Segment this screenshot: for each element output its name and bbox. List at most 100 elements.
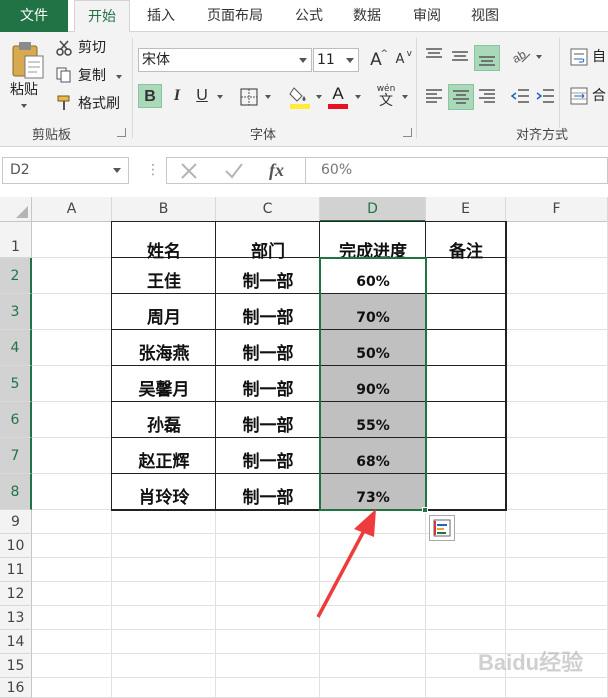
middle-align-icon[interactable]: [450, 46, 470, 64]
column-header-a[interactable]: A: [32, 197, 112, 222]
shrink-font-button[interactable]: Av: [388, 48, 412, 72]
bold-button[interactable]: B: [138, 84, 162, 108]
underline-dropdown-icon[interactable]: [217, 95, 223, 99]
row-header-12[interactable]: 12: [0, 582, 32, 606]
orientation-dropdown-icon[interactable]: [536, 55, 542, 59]
row-header-3[interactable]: 3: [0, 294, 32, 330]
copy-button[interactable]: 复制: [78, 66, 106, 86]
row-header-10[interactable]: 10: [0, 534, 32, 558]
note-cell[interactable]: [426, 330, 506, 366]
phonetic-dropdown-icon[interactable]: [402, 95, 408, 99]
name-cell[interactable]: 孙磊: [112, 402, 216, 438]
note-cell[interactable]: [426, 258, 506, 294]
row-header-13[interactable]: 13: [0, 606, 32, 630]
row-header-5[interactable]: 5: [0, 366, 32, 402]
name-cell[interactable]: 周月: [112, 294, 216, 330]
row-header-7[interactable]: 7: [0, 438, 32, 474]
column-header-b[interactable]: B: [112, 197, 216, 222]
cancel-icon[interactable]: [179, 161, 199, 181]
note-cell[interactable]: [426, 402, 506, 438]
decrease-indent-icon[interactable]: [510, 87, 530, 105]
clipboard-launcher-icon[interactable]: [117, 128, 126, 137]
column-header-e[interactable]: E: [426, 197, 506, 222]
align-left-icon[interactable]: [424, 87, 444, 105]
font-color-button[interactable]: A: [326, 84, 350, 110]
tab-data[interactable]: 数据: [342, 0, 392, 32]
dept-cell[interactable]: 制一部: [216, 402, 320, 438]
merge-center-icon[interactable]: [570, 87, 588, 105]
merge-center-button[interactable]: 合: [592, 86, 606, 106]
row-header-6[interactable]: 6: [0, 402, 32, 438]
row-header-14[interactable]: 14: [0, 630, 32, 654]
bottom-align-icon[interactable]: [474, 45, 500, 71]
fill-color-icon[interactable]: [288, 84, 312, 110]
top-align-icon[interactable]: [424, 46, 444, 64]
tab-home[interactable]: 开始: [74, 0, 130, 33]
header-cell-progress[interactable]: 完成进度: [320, 222, 426, 262]
font-launcher-icon[interactable]: [403, 128, 412, 137]
name-cell[interactable]: 赵正辉: [112, 438, 216, 474]
orientation-icon[interactable]: ab: [510, 46, 532, 66]
fill-handle[interactable]: [422, 507, 428, 513]
paste-button[interactable]: 粘贴: [10, 80, 38, 100]
formula-input[interactable]: 60%: [306, 157, 608, 184]
select-all-corner[interactable]: [0, 197, 32, 222]
row-header-8[interactable]: 8: [0, 474, 32, 510]
tab-review[interactable]: 审阅: [402, 0, 452, 32]
wrap-text-icon[interactable]: [570, 48, 588, 66]
header-cell-note[interactable]: 备注: [426, 222, 506, 262]
tab-formulas[interactable]: 公式: [284, 0, 334, 32]
more-dots-icon[interactable]: ⋮: [146, 161, 160, 179]
align-right-icon[interactable]: [477, 87, 497, 105]
dept-cell[interactable]: 制一部: [216, 258, 320, 294]
dept-cell[interactable]: 制一部: [216, 366, 320, 402]
tab-page-layout[interactable]: 页面布局: [196, 0, 274, 32]
borders-dropdown-icon[interactable]: [265, 95, 271, 99]
name-cell[interactable]: 肖玲玲: [112, 474, 216, 510]
tab-view[interactable]: 视图: [460, 0, 510, 32]
row-header-1[interactable]: 1: [0, 222, 32, 258]
font-color-dropdown-icon[interactable]: [355, 95, 361, 99]
scissors-icon[interactable]: [56, 40, 72, 56]
italic-button[interactable]: I: [165, 84, 189, 108]
wrap-text-button[interactable]: 自: [592, 47, 606, 67]
enter-check-icon[interactable]: [223, 161, 245, 181]
name-cell[interactable]: 吴馨月: [112, 366, 216, 402]
name-cell[interactable]: 张海燕: [112, 330, 216, 366]
grow-font-button[interactable]: A ^: [364, 48, 388, 72]
note-cell[interactable]: [426, 366, 506, 402]
note-cell[interactable]: [426, 438, 506, 474]
align-center-icon[interactable]: [448, 84, 474, 110]
copy-icon[interactable]: [56, 67, 72, 83]
row-header-16[interactable]: 16: [0, 678, 32, 698]
column-header-f[interactable]: F: [506, 197, 608, 222]
format-painter-button[interactable]: 格式刷: [78, 94, 120, 114]
row-header-4[interactable]: 4: [0, 330, 32, 366]
cut-button[interactable]: 剪切: [78, 38, 106, 58]
quick-analysis-button[interactable]: [429, 515, 455, 541]
font-name-select[interactable]: 宋体: [138, 48, 312, 72]
row-header-2[interactable]: 2: [0, 258, 32, 294]
note-cell[interactable]: [426, 474, 506, 510]
header-cell-dept[interactable]: 部门: [216, 222, 320, 262]
underline-button[interactable]: U: [190, 84, 214, 108]
row-header-11[interactable]: 11: [0, 558, 32, 582]
row-header-9[interactable]: 9: [0, 510, 32, 534]
fill-color-dropdown-icon[interactable]: [316, 95, 322, 99]
header-cell-name[interactable]: 姓名: [112, 222, 216, 262]
phonetic-guide-button[interactable]: wén 文: [375, 84, 397, 110]
insert-function-icon[interactable]: fx: [269, 158, 297, 183]
name-box[interactable]: D2: [2, 157, 129, 184]
dept-cell[interactable]: 制一部: [216, 294, 320, 330]
tab-file[interactable]: 文件: [0, 0, 68, 32]
dept-cell[interactable]: 制一部: [216, 438, 320, 474]
dept-cell[interactable]: 制一部: [216, 474, 320, 510]
note-cell[interactable]: [426, 294, 506, 330]
increase-indent-icon[interactable]: [535, 87, 555, 105]
name-cell[interactable]: 王佳: [112, 258, 216, 294]
font-size-select[interactable]: 11: [313, 48, 359, 72]
tab-insert[interactable]: 插入: [136, 0, 186, 32]
paste-dropdown-icon[interactable]: [21, 104, 27, 108]
column-header-d[interactable]: D: [320, 197, 426, 222]
format-painter-icon[interactable]: [56, 95, 72, 111]
